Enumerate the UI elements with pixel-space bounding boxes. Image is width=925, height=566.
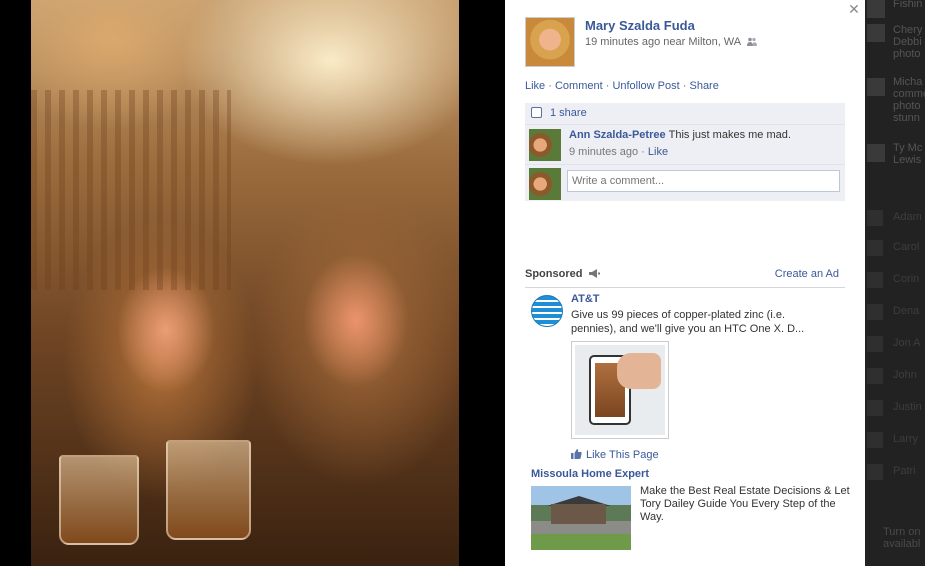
chat-contact[interactable]: Jon A (893, 337, 921, 349)
chat-contact[interactable]: John (893, 369, 917, 381)
chat-avatar[interactable] (867, 210, 883, 226)
post-meta: 19 minutes ago near Milton, WA (585, 36, 757, 48)
create-ad-link[interactable]: Create an Ad (775, 268, 839, 280)
hand-shape (617, 353, 661, 389)
phone-image (575, 345, 665, 435)
chat-avatar[interactable] (867, 368, 883, 384)
commenter-avatar[interactable] (529, 129, 561, 161)
house-shape (551, 504, 606, 524)
ticker-thumb[interactable] (867, 78, 885, 96)
ticker-item[interactable]: Fishin (893, 0, 922, 10)
sponsored-header: Sponsored (525, 268, 600, 280)
sponsored-label: Sponsored (525, 268, 583, 280)
chat-contact[interactable]: Corin (893, 273, 919, 285)
ticker-thumb[interactable] (867, 144, 885, 162)
ad-body[interactable]: Give us 99 pieces of copper-plated zinc … (571, 308, 831, 336)
comment-text: This just makes me mad. (668, 129, 791, 141)
author-avatar[interactable] (525, 17, 575, 67)
comment-composer (525, 165, 845, 201)
author-name[interactable]: Mary Szalda Fuda (585, 18, 695, 33)
chat-avatar[interactable] (867, 432, 883, 448)
ad-body[interactable]: Make the Best Real Estate Decisions & Le… (640, 485, 850, 524)
ticker-thumb[interactable] (867, 24, 885, 42)
comment-time[interactable]: 9 minutes ago (569, 146, 638, 158)
comment-input[interactable] (567, 170, 840, 192)
ad-title[interactable]: Missoula Home Expert (531, 468, 649, 480)
photo-sidebar: ✕ Mary Szalda Fuda 19 minutes ago near M… (505, 0, 865, 566)
ticker-thumb[interactable] (867, 0, 885, 18)
ticker-item[interactable]: Chery Debbi photo (893, 24, 923, 60)
comment-like-link[interactable]: Like (648, 146, 668, 158)
chat-contact[interactable]: Dena (893, 305, 919, 317)
chat-avatar[interactable] (867, 272, 883, 288)
chat-avatar[interactable] (867, 336, 883, 352)
stair-railing (31, 90, 231, 290)
shares-row[interactable]: 1 share (525, 103, 845, 125)
people-icon[interactable] (746, 37, 757, 46)
comment-meta: 9 minutes ago · Like (569, 146, 669, 158)
shot-glass-right (166, 440, 251, 540)
commenter-name[interactable]: Ann Szalda-Petree (569, 129, 666, 141)
chat-contact[interactable]: Carol (893, 241, 919, 253)
ad-image[interactable] (531, 486, 631, 550)
post-actions: Like · Comment · Unfollow Post · Share (525, 80, 719, 92)
comment-item: Ann Szalda-Petree This just makes me mad… (525, 125, 845, 165)
ad-title[interactable]: AT&T (571, 293, 600, 305)
unfollow-post-link[interactable]: Unfollow Post (612, 80, 679, 92)
close-icon[interactable]: ✕ (847, 2, 861, 16)
ticker-item[interactable]: Micha comme photo stunn (893, 76, 925, 124)
comment-body: Ann Szalda-Petree This just makes me mad… (569, 129, 791, 141)
shot-glass-left (59, 455, 139, 545)
chat-contact[interactable]: Patri (893, 465, 916, 477)
chat-avatar[interactable] (867, 400, 883, 416)
megaphone-icon (588, 269, 600, 278)
ticker-item[interactable]: Ty Mc Lewis (893, 142, 923, 166)
chat-contact[interactable]: Larry (893, 433, 918, 445)
chat-contact[interactable]: Adam (893, 211, 922, 223)
chat-availability-link[interactable]: Turn on availabl (883, 526, 923, 550)
like-page-label[interactable]: Like This Page (586, 449, 659, 461)
chat-avatar[interactable] (867, 464, 883, 480)
post-time[interactable]: 19 minutes ago near Milton, WA (585, 36, 741, 48)
thumbs-up-icon (571, 449, 582, 459)
ticker-sidebar: Fishin Chery Debbi photo Micha comme pho… (865, 0, 925, 566)
post-photo[interactable] (31, 0, 459, 566)
like-link[interactable]: Like (525, 80, 545, 92)
chat-avatar[interactable] (867, 240, 883, 256)
comment-link[interactable]: Comment (555, 80, 603, 92)
photo-stage (0, 0, 505, 566)
like-page-link[interactable]: Like This Page (571, 449, 659, 461)
feedback-box: 1 share Ann Szalda-Petree This just make… (525, 103, 845, 201)
ad-divider (525, 287, 845, 288)
ad-image[interactable] (571, 341, 669, 439)
shares-count[interactable]: 1 share (550, 107, 587, 119)
share-link[interactable]: Share (689, 80, 718, 92)
chat-contact[interactable]: Justin (893, 401, 922, 413)
share-icon (531, 107, 542, 118)
att-logo-icon[interactable] (531, 295, 563, 327)
viewer-avatar (529, 168, 561, 200)
chat-avatar[interactable] (867, 304, 883, 320)
